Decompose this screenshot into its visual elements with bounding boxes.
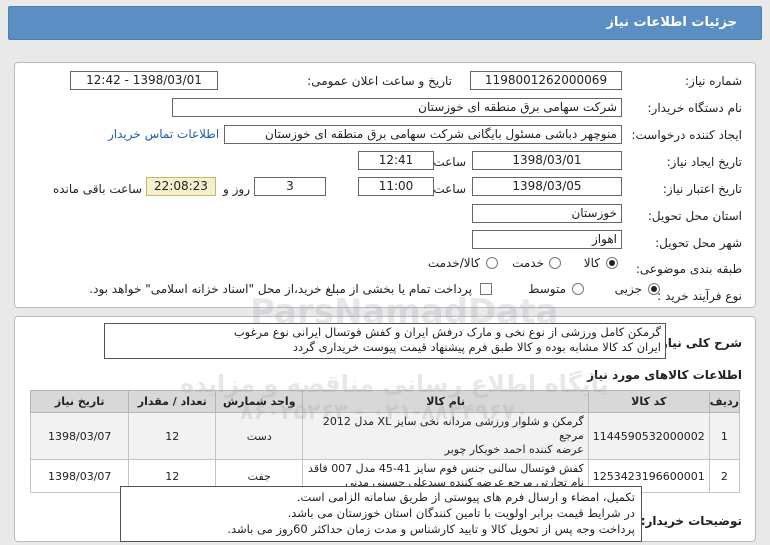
valid-time-field[interactable]: 11:00 [358,177,434,196]
valid-date-field[interactable]: 1398/03/05 [472,177,622,196]
category-goods-radio[interactable] [606,257,618,269]
col-name: نام کالا [302,390,589,413]
page-title: جزئیات اطلاعات نیاز [8,6,762,40]
creator-label: ایجاد کننده درخواست: [631,128,742,142]
remaining-time-field: 22:08:23 [146,177,216,196]
cell-name: گرمکن و شلوار ورزشی مردانه نخی سایز XL م… [302,412,589,460]
goods-section-title: اطلاعات کالاهای مورد نیاز [587,368,742,382]
process-minor-radio[interactable] [648,283,660,295]
valid-date-label: تاریخ اعتبار نیاز: [662,182,742,196]
cell-name-line-1: کفش فوتسال سالنی جنس فوم سایز 41-45 مدل … [308,462,584,475]
announce-field[interactable]: 1398/03/01 - 12:42 [70,71,218,90]
need-number-label: شماره نیاز: [685,74,742,88]
summary-line-2: ایران کد کالا مشابه بوده و کالا طبق فرم … [292,340,661,354]
buyer-notes-line-2: در شرایط قیمت برابر اولویت با تامین کنند… [287,506,635,520]
city-label: شهر محل تحویل: [655,236,742,250]
cell-row: 2 [708,459,741,493]
cell-name-line-1: گرمکن و شلوار ورزشی مردانه نخی سایز XL م… [322,415,584,442]
buyer-notes-line-1: تکمیل، امضاء و ارسال فرم های پیوستی از ط… [296,490,635,504]
treasury-checkbox[interactable] [480,283,492,295]
cell-name-line-2: عرضه کننده احمد خوبکار چوبر [444,443,584,456]
category-goods-label: کالا [583,256,600,270]
summary-box: گرمکن کامل ورزشی از نوع نخی و مارک درفش … [104,323,666,359]
col-code: کد کالا [587,390,710,413]
cell-date: 1398/03/07 [29,412,130,460]
contact-buyer-link[interactable]: اطلاعات تماس خریدار [108,127,219,141]
cell-row: 1 [708,412,741,460]
table-row[interactable]: 1 1144590532000002 گرمکن و شلوار ورزشی م… [29,412,741,460]
remaining-label: ساعت باقی مانده [52,182,142,196]
cell-code: 1144590532000002 [587,412,710,460]
need-number-field[interactable]: 1198001262000069 [470,71,622,90]
buyer-notes-label: توضیحات خریدار: [640,514,742,528]
created-date-label: تاریخ ایجاد نیاز: [666,155,742,169]
announce-label: تاریخ و ساعت اعلان عمومی: [307,74,452,88]
category-label: طبقه بندی موضوعی: [635,262,742,276]
city-field[interactable]: اهواز [472,230,622,249]
buyer-org-label: نام دستگاه خریدار: [647,101,743,115]
days-label: روز و [223,182,250,196]
category-service-radio[interactable] [549,257,561,269]
valid-time-label: ساعت [433,182,466,196]
col-qty: تعداد / مقدار [128,390,217,413]
category-both-label: کالا/خدمت [427,256,480,270]
summary-line-1: گرمکن کامل ورزشی از نوع نخی و مارک درفش … [233,325,661,339]
buyer-notes-line-3: پرداخت وجه پس از تحویل کالا و تایید کارش… [227,522,635,536]
cell-date: 1398/03/07 [29,459,130,493]
buyer-notes-box: تکمیل، امضاء و ارسال فرم های پیوستی از ط… [120,486,642,542]
created-time-label: ساعت [433,155,466,169]
created-time-field[interactable]: 12:41 [358,151,434,170]
process-medium-label: متوسط [528,282,566,296]
process-minor-label: جزیی [614,282,642,296]
creator-field[interactable]: منوچهر دباشی مسئول بایگانی شرکت سهامی بر… [224,125,622,144]
province-label: استان محل تحویل: [647,209,742,223]
process-label: نوع فرآیند خرید : [657,289,742,303]
goods-table: ردیف کد کالا نام کالا واحد شمارش تعداد /… [29,390,741,493]
col-date: تاریخ نیاز [29,390,130,413]
days-field[interactable]: 3 [254,177,326,196]
province-field[interactable]: خوزستان [472,204,622,223]
created-date-field[interactable]: 1398/03/01 [472,151,622,170]
category-service-label: خدمت [512,256,544,270]
goods-table-header: ردیف کد کالا نام کالا واحد شمارش تعداد /… [29,390,741,413]
cell-qty: 12 [128,412,217,460]
summary-label: شرح کلی نیاز: [656,336,742,350]
treasury-note: پرداخت تمام یا بخشی از مبلغ خرید،از محل … [89,282,472,296]
col-unit: واحد شمارش [215,390,304,413]
category-both-radio[interactable] [486,257,498,269]
col-row: ردیف [708,390,741,413]
cell-unit: دست [215,412,304,460]
buyer-org-field[interactable]: شرکت سهامی برق منطقه ای خوزستان [172,98,622,117]
process-medium-radio[interactable] [572,283,584,295]
